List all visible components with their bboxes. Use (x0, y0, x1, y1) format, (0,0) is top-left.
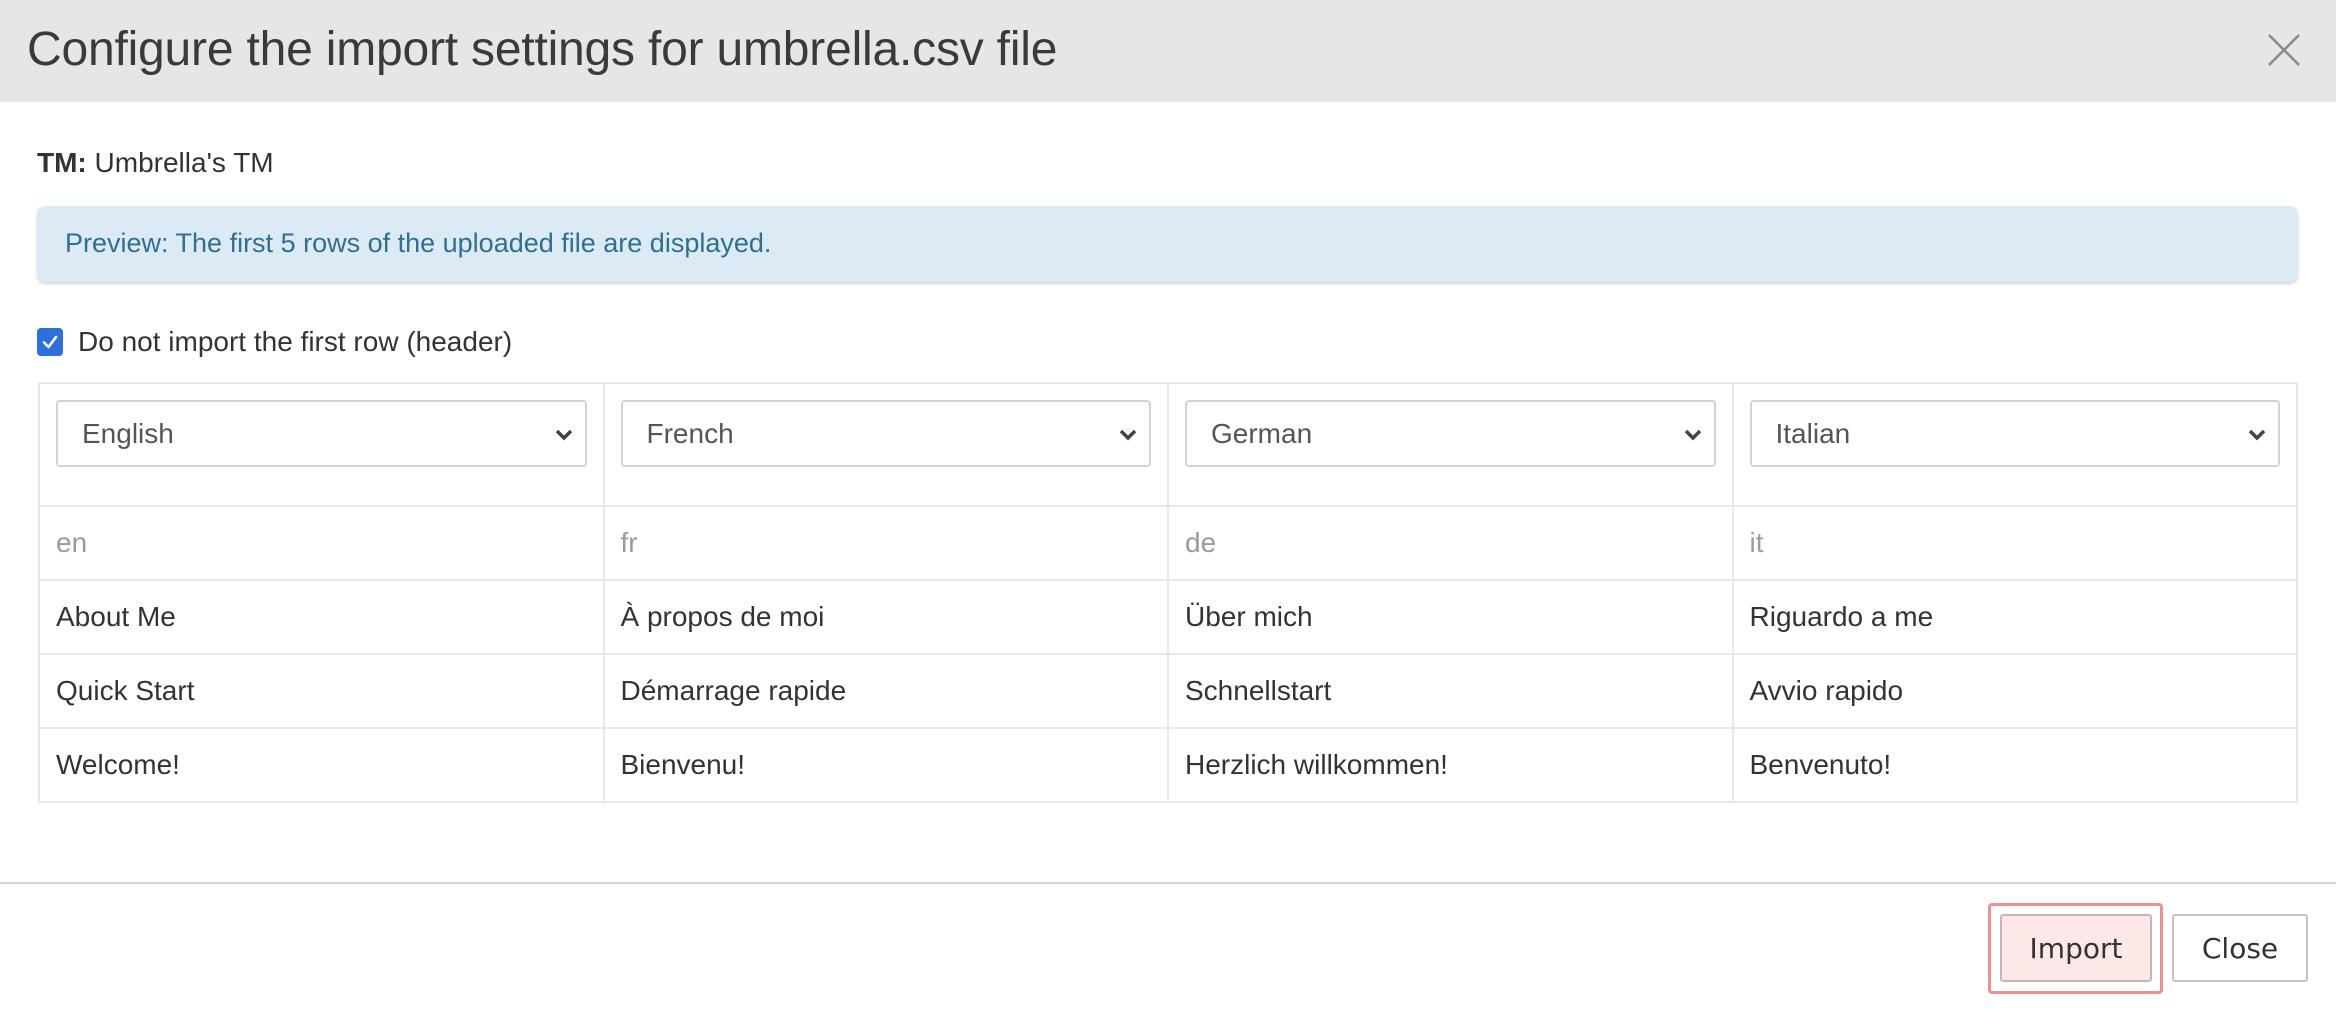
import-button[interactable]: Import (2000, 914, 2152, 982)
language-cell: English (38, 382, 605, 507)
footer-divider (0, 882, 2336, 884)
table-cell: Démarrage rapide (602, 653, 1169, 729)
language-select-col-3[interactable]: German (1185, 400, 1716, 467)
table-cell: Schnellstart (1167, 653, 1734, 729)
language-code-cell: en (38, 505, 605, 581)
close-button[interactable]: Close (2172, 914, 2308, 982)
table-cell: About Me (38, 579, 605, 655)
table-cell: Welcome! (38, 727, 605, 803)
language-select-row: English French German Italian (38, 382, 2298, 507)
chevron-down-icon (1684, 429, 1701, 441)
chevron-down-icon (1119, 429, 1137, 441)
skip-header-checkbox[interactable] (37, 328, 63, 356)
tm-value: Umbrella's TM (94, 147, 274, 178)
table-cell: Benvenuto! (1731, 727, 2298, 803)
language-code-cell: fr (602, 505, 1169, 581)
preview-table: English French German Italian en fr de i… (38, 382, 2298, 803)
checkmark-icon (42, 335, 58, 349)
language-code-row: en fr de it (38, 505, 2298, 581)
table-cell: Quick Start (38, 653, 605, 729)
select-value: Italian (1775, 418, 1851, 449)
language-select-col-1[interactable]: English (56, 400, 587, 467)
table-row: Quick Start Démarrage rapide Schnellstar… (38, 653, 2298, 729)
select-value: German (1211, 418, 1313, 449)
close-x-icon[interactable] (2266, 32, 2302, 68)
language-cell: German (1167, 382, 1734, 507)
table-cell: Bienvenu! (602, 727, 1169, 803)
table-row: About Me À propos de moi Über mich Rigua… (38, 579, 2298, 655)
tm-label: TM: (37, 147, 87, 178)
chevron-down-icon (2248, 429, 2266, 441)
table-cell: Über mich (1167, 579, 1734, 655)
table-cell: Riguardo a me (1731, 579, 2298, 655)
table-row: Welcome! Bienvenu! Herzlich willkommen! … (38, 727, 2298, 803)
language-select-col-4[interactable]: Italian (1749, 400, 2280, 467)
preview-info-alert: Preview: The first 5 rows of the uploade… (37, 206, 2298, 282)
dialog-title: Configure the import settings for umbrel… (27, 23, 1058, 76)
tm-info: TM: Umbrella's TM (37, 146, 274, 180)
language-code-cell: de (1167, 505, 1734, 581)
skip-header-option: Do not import the first row (header) (37, 324, 512, 360)
table-cell: Herzlich willkommen! (1167, 727, 1734, 803)
language-cell: French (602, 382, 1169, 507)
select-value: French (646, 418, 734, 449)
language-select-col-2[interactable]: French (620, 400, 1151, 467)
table-cell: À propos de moi (602, 579, 1169, 655)
preview-info-text: Preview: The first 5 rows of the uploade… (65, 228, 772, 258)
chevron-down-icon (555, 429, 572, 441)
dialog-header: Configure the import settings for umbrel… (0, 0, 2336, 102)
language-cell: Italian (1731, 382, 2298, 507)
skip-header-label[interactable]: Do not import the first row (header) (78, 324, 512, 360)
language-code-cell: it (1731, 505, 2298, 581)
table-cell: Avvio rapido (1731, 653, 2298, 729)
select-value: English (82, 418, 174, 449)
